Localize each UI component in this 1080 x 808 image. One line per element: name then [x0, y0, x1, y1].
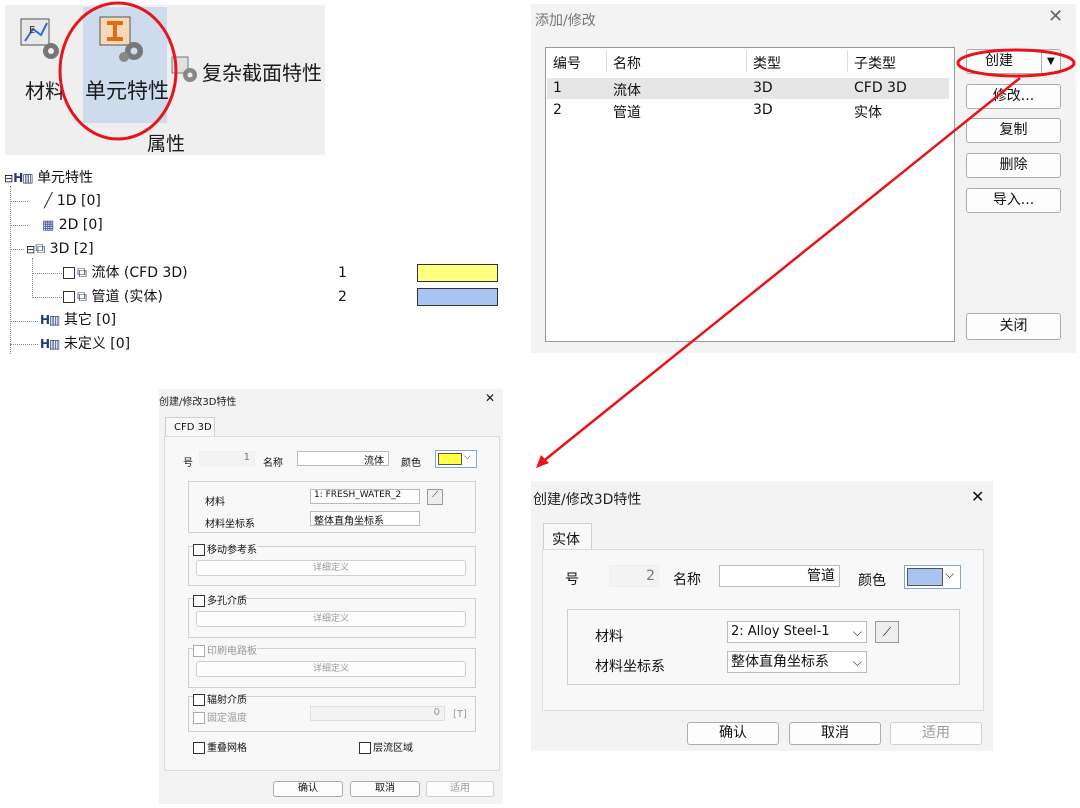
- annotation-overlay: [536, 48, 1076, 468]
- annotation-ellipse-create: [956, 48, 1076, 78]
- annotation-arrow: [540, 77, 1021, 464]
